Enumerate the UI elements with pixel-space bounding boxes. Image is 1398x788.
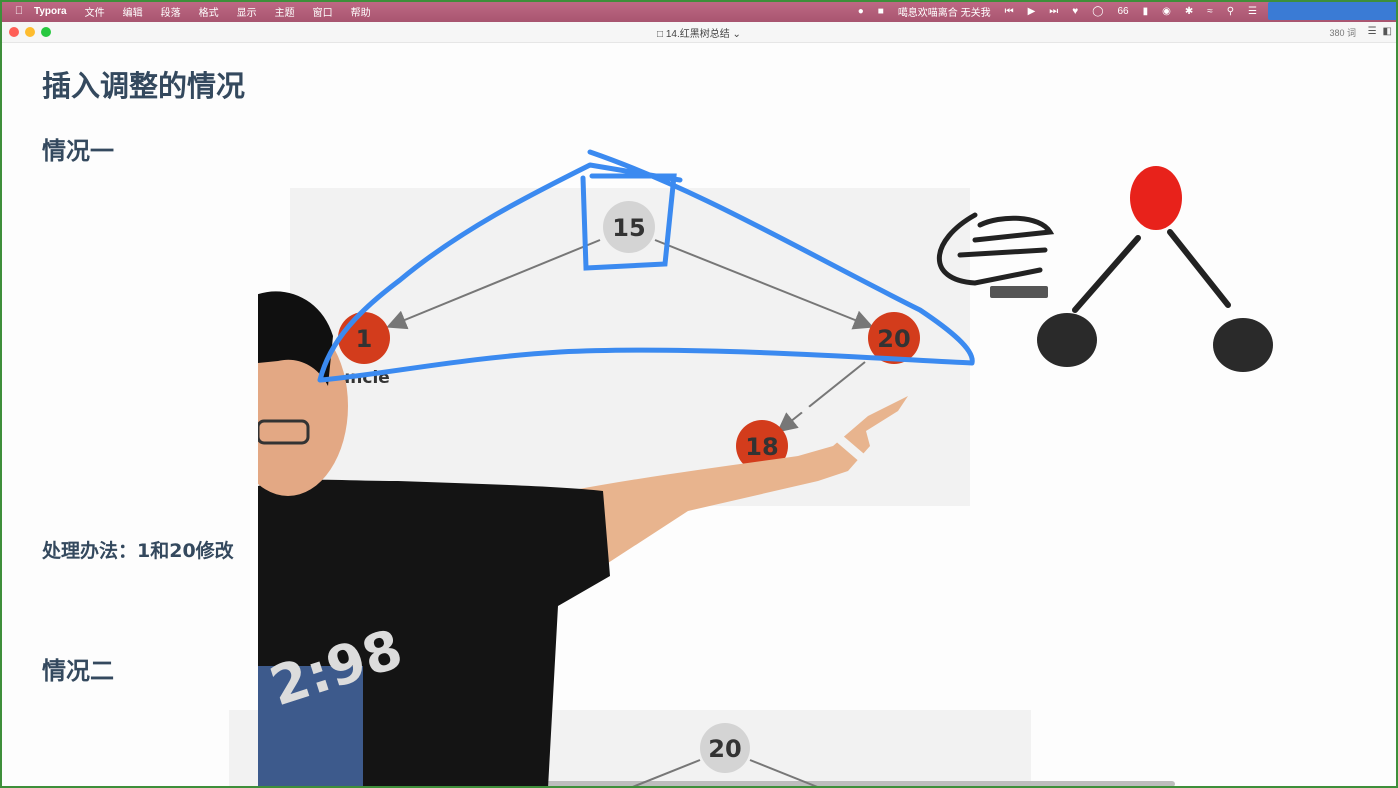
tree-node-15: 15 xyxy=(603,201,655,253)
presenter-arm xyxy=(568,396,908,576)
presenter-video: 2:98 xyxy=(258,291,908,788)
node-label-15: 15 xyxy=(612,214,645,242)
